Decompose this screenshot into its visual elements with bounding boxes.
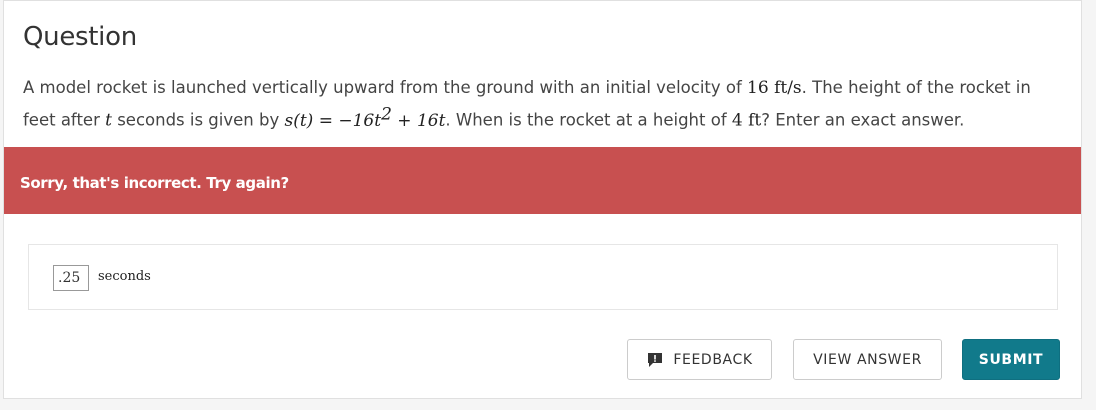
page-title: Question xyxy=(23,22,137,52)
feedback-button[interactable]: FEEDBACK xyxy=(627,339,772,380)
math-function: s(t) = −16t2 + 16t xyxy=(284,104,446,131)
incorrect-message: Sorry, that's incorrect. Try again? xyxy=(20,174,289,192)
answer-area: .25 seconds xyxy=(28,244,1058,310)
question-text: A model rocket is launched vertically up… xyxy=(23,78,1031,131)
math-height: 4 ft xyxy=(731,110,762,131)
submit-button[interactable]: SUBMIT xyxy=(962,339,1060,380)
view-answer-label: VIEW ANSWER xyxy=(813,351,922,368)
incorrect-banner: Sorry, that's incorrect. Try again? xyxy=(4,147,1081,214)
view-answer-button[interactable]: VIEW ANSWER xyxy=(793,339,942,380)
submit-label: SUBMIT xyxy=(978,351,1044,368)
answer-input[interactable]: .25 xyxy=(53,265,89,291)
feedback-label: FEEDBACK xyxy=(673,351,753,368)
math-velocity: 16 ft/s xyxy=(747,78,802,98)
math-t: t xyxy=(105,110,112,131)
answer-unit: seconds xyxy=(98,269,151,284)
speech-bubble-exclamation-icon xyxy=(646,351,664,369)
